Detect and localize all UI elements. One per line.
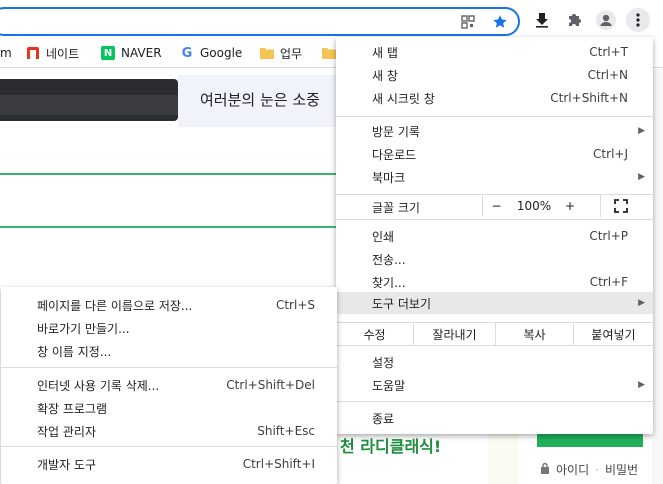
submenu-create-shortcut[interactable]: 바로가기 만들기... [1, 317, 337, 339]
bookmark-google[interactable]: G Google [180, 44, 243, 62]
browser-toolbar [0, 0, 663, 38]
bookmark-folder-work[interactable]: 업무 [260, 44, 302, 62]
menu-kebab-icon[interactable] [626, 8, 650, 32]
bookmark-folder-partial[interactable] [322, 44, 336, 62]
divider-line [0, 226, 336, 228]
menu-help[interactable]: 도움말 ▶ [336, 374, 653, 396]
menu-zoom-row: 글꼴 크기 − 100% + [336, 195, 653, 217]
folder-icon [322, 46, 336, 60]
submenu-arrow-icon: ▶ [638, 380, 645, 390]
login-links: 아이디 · 비밀번 [540, 461, 638, 478]
paste-button[interactable]: 붙여넣기 [573, 323, 653, 345]
lock-icon [540, 462, 550, 477]
extensions-puzzle-icon[interactable] [564, 10, 584, 30]
bookmark-partial[interactable]: m [0, 44, 12, 62]
submenu-extensions[interactable]: 확장 프로그램 [1, 397, 337, 419]
menu-downloads[interactable]: 다운로드 Ctrl+J [336, 143, 653, 165]
submenu-separator [1, 446, 337, 447]
bookmark-nate[interactable]: 네이트 [26, 44, 79, 62]
thumbnail-bar [0, 95, 178, 115]
folder-icon [260, 46, 274, 60]
scrollbar[interactable] [652, 69, 663, 484]
menu-cast[interactable]: 전송... [336, 248, 653, 270]
zoom-level: 100% [516, 199, 552, 213]
menu-separator [336, 219, 653, 220]
qr-code-icon[interactable] [460, 14, 476, 30]
naver-logo-icon: N [101, 46, 115, 60]
copy-button[interactable]: 복사 [495, 323, 573, 345]
cut-button[interactable]: 잘라내기 [413, 323, 495, 345]
more-tools-submenu: 페이지를 다른 이름으로 저장... Ctrl+S 바로가기 만들기... 창 … [1, 287, 337, 484]
id-link[interactable]: 아이디 [556, 461, 589, 478]
promo-text: 천 라디클래식! [340, 437, 442, 456]
nate-logo-icon [26, 46, 40, 60]
submenu-developer-tools[interactable]: 개발자 도구 Ctrl+Shift+I [1, 453, 337, 475]
profile-avatar-icon[interactable] [596, 10, 616, 30]
submenu-arrow-icon: ▶ [638, 126, 645, 136]
address-bar[interactable] [0, 7, 520, 36]
submenu-separator [1, 367, 337, 368]
menu-edit-row: 수정 잘라내기 복사 붙여넣기 [336, 322, 653, 346]
menu-new-window[interactable]: 새 창 Ctrl+N [336, 64, 653, 86]
menu-history[interactable]: 방문 기록 ▶ [336, 120, 653, 142]
info-banner: 여러분의 눈은 소중 [178, 75, 338, 127]
submenu-arrow-icon: ▶ [638, 298, 645, 308]
google-logo-icon: G [181, 45, 193, 61]
submenu-arrow-icon: ▶ [638, 172, 645, 182]
edit-label: 수정 [363, 327, 386, 342]
password-link[interactable]: 비밀번 [605, 461, 638, 478]
dark-theme-thumbnail [0, 79, 178, 121]
fullscreen-icon[interactable] [600, 195, 640, 217]
menu-find[interactable]: 찾기... Ctrl+F [336, 271, 653, 293]
zoom-out-button[interactable]: − [482, 195, 510, 217]
menu-more-tools[interactable]: 도구 더보기 ▶ [336, 292, 653, 314]
menu-bookmarks[interactable]: 북마크 ▶ [336, 166, 653, 188]
submenu-save-page-as[interactable]: 페이지를 다른 이름으로 저장... Ctrl+S [1, 294, 337, 316]
download-icon[interactable] [532, 10, 552, 30]
menu-new-incognito[interactable]: 새 시크릿 창 Ctrl+Shift+N [336, 87, 653, 109]
menu-exit[interactable]: 종료 [336, 407, 653, 429]
zoom-in-button[interactable]: + [558, 195, 582, 217]
link-separator: · [595, 462, 599, 477]
submenu-task-manager[interactable]: 작업 관리자 Shift+Esc [1, 420, 337, 442]
menu-separator [336, 401, 653, 402]
divider-line [0, 173, 336, 175]
chrome-main-menu: 새 탭 Ctrl+T 새 창 Ctrl+N 새 시크릿 창 Ctrl+Shift… [336, 37, 653, 434]
bookmark-naver[interactable]: N NAVER [101, 44, 162, 62]
submenu-name-window[interactable]: 창 이름 지정... [1, 340, 337, 362]
menu-new-tab[interactable]: 새 탭 Ctrl+T [336, 41, 653, 63]
menu-separator [336, 116, 653, 117]
menu-settings[interactable]: 설정 [336, 351, 653, 373]
bookmark-star-icon[interactable] [492, 14, 508, 30]
submenu-clear-browsing-data[interactable]: 인터넷 사용 기록 삭제... Ctrl+Shift+Del [1, 374, 337, 396]
menu-print[interactable]: 인쇄 Ctrl+P [336, 225, 653, 247]
